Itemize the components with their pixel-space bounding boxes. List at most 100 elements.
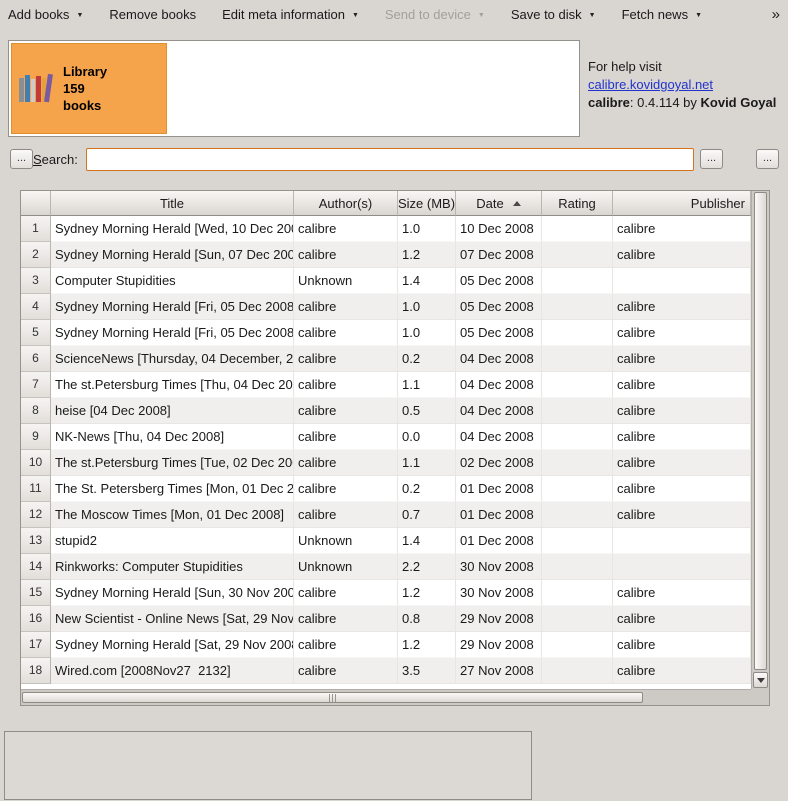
table-row[interactable]: 11 The St. Petersberg Times [Mon, 01 Dec … <box>21 476 751 502</box>
table-row[interactable]: 13 stupid2 Unknown 1.4 01 Dec 2008 <box>21 528 751 554</box>
size-cell: 0.0 <box>398 424 456 450</box>
authors-cell: Unknown <box>294 554 398 580</box>
table-row[interactable]: 15 Sydney Morning Herald [Sun, 30 Nov 200… <box>21 580 751 606</box>
column-header-label: Title <box>159 195 185 211</box>
title-cell: ScienceNews [Thursday, 04 December, 2… <box>51 346 294 372</box>
table-row[interactable]: 16 New Scientist - Online News [Sat, 29 N… <box>21 606 751 632</box>
date-cell: 10 Dec 2008 <box>456 216 542 242</box>
rating-cell <box>542 242 613 268</box>
book-details-panel <box>4 731 532 800</box>
table-row[interactable]: 8 heise [04 Dec 2008] calibre 0.5 04 Dec 200… <box>21 398 751 424</box>
size-cell: 1.0 <box>398 216 456 242</box>
table-row[interactable]: 18 Wired.com [2008Nov27 2132] calibre 3.5 27… <box>21 658 751 684</box>
row-number-cell[interactable]: 6 <box>21 346 51 372</box>
row-number-cell[interactable]: 8 <box>21 398 51 424</box>
dropdown-arrow-icon: ▼ <box>351 11 359 19</box>
authors-cell: calibre <box>294 632 398 658</box>
date-cell: 05 Dec 2008 <box>456 294 542 320</box>
horizontal-scrollbar[interactable] <box>21 689 751 705</box>
column-header-size[interactable]: Size (MB) <box>398 191 456 216</box>
table-row[interactable]: 4 Sydney Morning Herald [Fri, 05 Dec 2008… <box>21 294 751 320</box>
toolbar-button-add-books[interactable]: Add books ▼ <box>8 7 83 22</box>
row-number-cell[interactable]: 11 <box>21 476 51 502</box>
column-header-title[interactable]: Title <box>51 191 294 216</box>
row-number-cell[interactable]: 13 <box>21 528 51 554</box>
row-number-cell[interactable]: 16 <box>21 606 51 632</box>
row-number-cell[interactable]: 10 <box>21 450 51 476</box>
row-number-cell[interactable]: 5 <box>21 320 51 346</box>
title-cell: stupid2 <box>51 528 294 554</box>
toolbar-button-save-to-disk[interactable]: Save to disk ▼ <box>511 7 596 22</box>
column-header-publisher[interactable]: Publisher <box>613 191 751 216</box>
help-link[interactable]: calibre.kovidgoyal.net <box>588 77 713 92</box>
title-cell: Rinkworks: Computer Stupidities <box>51 554 294 580</box>
scroll-down-button[interactable] <box>753 672 768 688</box>
library-unit: books <box>63 98 102 113</box>
search-advanced-button[interactable]: ... <box>700 149 723 169</box>
row-number-cell[interactable]: 7 <box>21 372 51 398</box>
publisher-cell: calibre <box>613 346 751 372</box>
column-header-authors[interactable]: Author(s) <box>294 191 398 216</box>
row-number-cell[interactable]: 2 <box>21 242 51 268</box>
rating-cell <box>542 580 613 606</box>
date-cell: 05 Dec 2008 <box>456 320 542 346</box>
toolbar-button-label: Send to device <box>384 6 471 22</box>
publisher-cell: calibre <box>613 580 751 606</box>
publisher-cell: calibre <box>613 320 751 346</box>
column-header-date[interactable]: Date <box>456 191 542 216</box>
table-row[interactable]: 12 The Moscow Times [Mon, 01 Dec 2008] cal… <box>21 502 751 528</box>
date-cell: 01 Dec 2008 <box>456 528 542 554</box>
row-number-cell[interactable]: 9 <box>21 424 51 450</box>
row-number-cell[interactable]: 1 <box>21 216 51 242</box>
table-row[interactable]: 2 Sydney Morning Herald [Sun, 07 Dec 2008… <box>21 242 751 268</box>
toolbar-button-send-to-device[interactable]: Send to device ▼ <box>385 7 485 22</box>
toolbar-button-label: Edit meta information <box>222 6 345 22</box>
date-cell: 29 Nov 2008 <box>456 606 542 632</box>
row-number-cell[interactable]: 14 <box>21 554 51 580</box>
row-number-cell[interactable]: 17 <box>21 632 51 658</box>
size-cell: 0.8 <box>398 606 456 632</box>
column-header-rating[interactable]: Rating <box>542 191 613 216</box>
row-number-cell[interactable]: 18 <box>21 658 51 684</box>
table-row[interactable]: 10 The st.Petersburg Times [Tue, 02 Dec 2… <box>21 450 751 476</box>
row-number-cell[interactable]: 4 <box>21 294 51 320</box>
date-cell: 04 Dec 2008 <box>456 372 542 398</box>
authors-cell: Unknown <box>294 528 398 554</box>
publisher-cell: calibre <box>613 294 751 320</box>
search-input[interactable] <box>86 148 694 171</box>
row-number-cell[interactable]: 15 <box>21 580 51 606</box>
table-row[interactable]: 5 Sydney Morning Herald [Fri, 05 Dec 2008… <box>21 320 751 346</box>
corner-header-cell[interactable] <box>21 191 51 216</box>
date-cell: 04 Dec 2008 <box>456 346 542 372</box>
toolbar-button-remove-books[interactable]: Remove books <box>109 7 196 22</box>
horizontal-scrollbar-thumb[interactable] <box>22 692 643 703</box>
table-row[interactable]: 3 Computer Stupidities Unknown 1.4 05 Dec 20… <box>21 268 751 294</box>
search-extra-button[interactable]: ... <box>756 149 779 169</box>
toolbar-button-fetch-news[interactable]: Fetch news ▼ <box>622 7 702 22</box>
table-row[interactable]: 9 NK-News [Thu, 04 Dec 2008] calibre 0.0 04 … <box>21 424 751 450</box>
toolbar-button-edit-meta-information[interactable]: Edit meta information ▼ <box>222 7 359 22</box>
table-row[interactable]: 6 ScienceNews [Thursday, 04 December, 2… c… <box>21 346 751 372</box>
size-cell: 1.4 <box>398 528 456 554</box>
rating-cell <box>542 606 613 632</box>
table-row[interactable]: 17 Sydney Morning Herald [Sat, 29 Nov 200… <box>21 632 751 658</box>
book-table-main: Title Author(s) Size (MB) Date Rating Pu… <box>21 191 751 689</box>
library-location-button[interactable]: Library 159 books <box>11 43 167 134</box>
date-cell: 29 Nov 2008 <box>456 632 542 658</box>
row-number-cell[interactable]: 3 <box>21 268 51 294</box>
vertical-scrollbar-thumb[interactable] <box>754 192 767 670</box>
table-row[interactable]: 1 Sydney Morning Herald [Wed, 10 Dec 2008… <box>21 216 751 242</box>
rating-cell <box>542 476 613 502</box>
toolbar-overflow-button[interactable]: » <box>770 6 782 23</box>
table-row[interactable]: 14 Rinkworks: Computer Stupidities Unknown… <box>21 554 751 580</box>
search-clear-button[interactable]: ... <box>10 149 33 169</box>
table-row[interactable]: 7 The st.Petersburg Times [Thu, 04 Dec 20… <box>21 372 751 398</box>
title-cell: Sydney Morning Herald [Sat, 29 Nov 2008] <box>51 632 294 658</box>
authors-cell: calibre <box>294 450 398 476</box>
title-cell: Computer Stupidities <box>51 268 294 294</box>
publisher-cell <box>613 528 751 554</box>
authors-cell: calibre <box>294 606 398 632</box>
row-number-cell[interactable]: 12 <box>21 502 51 528</box>
publisher-cell: calibre <box>613 476 751 502</box>
vertical-scrollbar[interactable] <box>751 191 769 689</box>
